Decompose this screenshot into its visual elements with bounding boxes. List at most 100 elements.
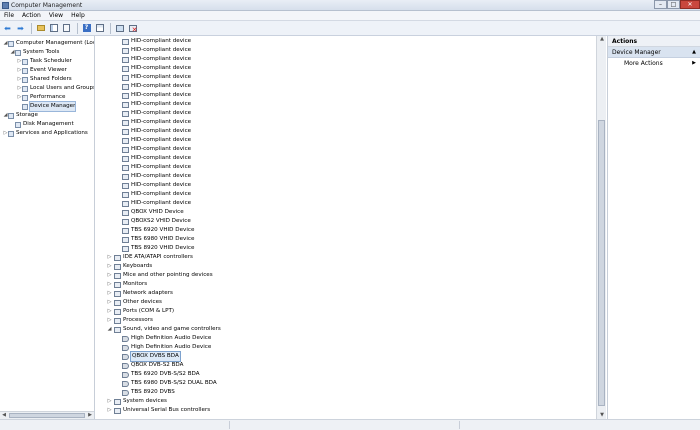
device-item[interactable]: QBOXS2 VHID Device: [122, 217, 191, 226]
device-item[interactable]: HID-compliant device: [122, 73, 191, 82]
device-list-vertical-scrollbar[interactable]: ▲ ▼: [596, 36, 606, 419]
device-item[interactable]: HID-compliant device: [122, 127, 191, 136]
scroll-up-arrow-icon[interactable]: ▲: [598, 36, 606, 43]
device-item[interactable]: TBS 6980 VHID Device: [122, 235, 194, 244]
device-category[interactable]: ▷ Other devices: [107, 298, 162, 307]
scan-hardware-icon[interactable]: [114, 23, 125, 34]
device-category[interactable]: ▷ Processors: [107, 316, 153, 325]
menu-help[interactable]: Help: [67, 11, 89, 20]
device-item[interactable]: HID-compliant device: [122, 100, 191, 109]
tree-expander-icon[interactable]: ◢: [107, 325, 112, 334]
tree-item-device-manager[interactable]: Device Manager: [17, 101, 77, 112]
device-category[interactable]: ▷ Network adapters: [107, 289, 173, 298]
device-item[interactable]: HID-compliant device: [122, 190, 191, 199]
device-item[interactable]: HID-compliant device: [122, 154, 191, 163]
device-item[interactable]: HID-compliant device: [122, 82, 191, 91]
scrollbar-thumb[interactable]: [598, 120, 605, 406]
tree-expander-icon[interactable]: ▷: [107, 406, 112, 415]
show-hide-console-tree-icon[interactable]: [48, 23, 59, 34]
tree-expander-icon[interactable]: ▷: [107, 253, 112, 262]
scroll-down-arrow-icon[interactable]: ▼: [598, 412, 606, 419]
scroll-left-arrow-icon[interactable]: ◀: [0, 412, 8, 419]
tree-expander-icon[interactable]: ▷: [107, 307, 112, 316]
menu-file[interactable]: File: [0, 11, 18, 20]
forward-arrow-icon[interactable]: ➡: [15, 23, 26, 34]
tree-item-event-viewer[interactable]: ▷ Event Viewer: [17, 66, 67, 75]
status-segment: [230, 421, 460, 429]
tree-expander-icon[interactable]: ▷: [107, 271, 112, 280]
device-category[interactable]: ▷ Universal Serial Bus controllers: [107, 406, 210, 415]
tree-item-task-scheduler[interactable]: ▷ Task Scheduler: [17, 57, 72, 66]
device-item[interactable]: TBS 8920 DVBS: [122, 388, 175, 397]
device-label: HID-compliant device: [131, 65, 192, 71]
device-item[interactable]: HID-compliant device: [122, 118, 191, 127]
minimize-button[interactable]: –: [654, 0, 667, 9]
tree-expander-icon[interactable]: ▷: [107, 289, 112, 298]
device-item[interactable]: HID-compliant device: [122, 136, 191, 145]
device-label: HID-compliant device: [131, 119, 192, 125]
tree-expander-icon[interactable]: ▷: [107, 262, 112, 271]
more-actions-item[interactable]: More Actions ▶: [608, 58, 700, 69]
help-icon[interactable]: ?: [81, 23, 92, 34]
tree-item-label: Event Viewer: [30, 67, 67, 73]
device-item[interactable]: HID-compliant device: [122, 37, 191, 46]
device-category[interactable]: ▷ System devices: [107, 397, 167, 406]
scrollbar-thumb[interactable]: [9, 413, 85, 418]
device-item[interactable]: High Definition Audio Device: [122, 343, 211, 352]
device-item[interactable]: HID-compliant device: [122, 163, 191, 172]
device-item[interactable]: HID-compliant device: [122, 91, 191, 100]
tree-expander-icon[interactable]: ▷: [107, 280, 112, 289]
menu-action[interactable]: Action: [18, 11, 45, 20]
tree-item-local-users-and-groups[interactable]: ▷ Local Users and Groups: [17, 84, 94, 93]
device-item[interactable]: TBS 6920 VHID Device: [122, 226, 194, 235]
device-item[interactable]: HID-compliant device: [122, 181, 191, 190]
scroll-right-arrow-icon[interactable]: ▶: [86, 412, 94, 419]
tree-item-shared-folders[interactable]: ▷ Shared Folders: [17, 75, 72, 84]
tree-item-disk-management[interactable]: Disk Management: [10, 120, 74, 129]
maximize-button[interactable]: □: [667, 0, 680, 9]
device-item[interactable]: TBS 8920 VHID Device: [122, 244, 194, 253]
up-folder-icon[interactable]: [35, 23, 46, 34]
collapse-caret-icon[interactable]: ▲: [692, 47, 696, 58]
hid-icon: [122, 245, 129, 252]
device-item[interactable]: QBOX DVBS BDA: [122, 351, 181, 362]
device-item[interactable]: High Definition Audio Device: [122, 334, 211, 343]
tree-expander-icon[interactable]: ▷: [107, 316, 112, 325]
device-label: HID-compliant device: [131, 182, 192, 188]
device-item[interactable]: HID-compliant device: [122, 64, 191, 73]
tree-item-performance[interactable]: ▷ Performance: [17, 93, 65, 102]
export-icon[interactable]: [61, 23, 72, 34]
device-item[interactable]: TBS 6980 DVB-S/S2 DUAL BDA: [122, 379, 217, 388]
device-category[interactable]: ▷ Keyboards: [107, 262, 152, 271]
device-category[interactable]: ▷ Monitors: [107, 280, 147, 289]
device-label: Monitors: [123, 281, 148, 287]
tree-expander-icon[interactable]: ▷: [107, 397, 112, 406]
console-tree-horizontal-scrollbar[interactable]: ◀ ▶: [0, 411, 94, 419]
device-item[interactable]: HID-compliant device: [122, 172, 191, 181]
actions-section-device-manager[interactable]: Device Manager ▲: [608, 47, 700, 58]
device-item[interactable]: QBOX DVB-S2 BDA: [122, 361, 183, 370]
tree-item-system-tools[interactable]: ◢ System Tools: [10, 48, 59, 57]
properties-icon[interactable]: [94, 23, 105, 34]
menu-view[interactable]: View: [45, 11, 67, 20]
uninstall-icon[interactable]: ✕: [127, 23, 138, 34]
device-label: TBS 8920 VHID Device: [131, 245, 195, 251]
device-item[interactable]: HID-compliant device: [122, 109, 191, 118]
device-category[interactable]: ▷ Mice and other pointing devices: [107, 271, 213, 280]
tree-expander-icon[interactable]: ▷: [107, 298, 112, 307]
device-category[interactable]: ▷ IDE ATA/ATAPI controllers: [107, 253, 193, 262]
back-arrow-icon[interactable]: ⬅: [2, 23, 13, 34]
tree-item-computer-management-local[interactable]: ◢ Computer Management (Local: [3, 39, 94, 48]
tree-item-storage[interactable]: ◢ Storage: [3, 111, 38, 120]
device-category[interactable]: ▷ Ports (COM & LPT): [107, 307, 174, 316]
device-item[interactable]: QBOX VHID Device: [122, 208, 184, 217]
device-item[interactable]: HID-compliant device: [122, 55, 191, 64]
device-category[interactable]: ◢ Sound, video and game controllers: [107, 325, 221, 334]
device-item[interactable]: TBS 6920 DVB-S/S2 BDA: [122, 370, 200, 379]
device-item[interactable]: HID-compliant device: [122, 46, 191, 55]
hid-icon: [122, 137, 129, 144]
tree-item-services-and-applications[interactable]: ▷ Services and Applications: [3, 129, 88, 138]
close-button[interactable]: ✕: [680, 0, 700, 9]
device-item[interactable]: HID-compliant device: [122, 145, 191, 154]
device-item[interactable]: HID-compliant device: [122, 199, 191, 208]
